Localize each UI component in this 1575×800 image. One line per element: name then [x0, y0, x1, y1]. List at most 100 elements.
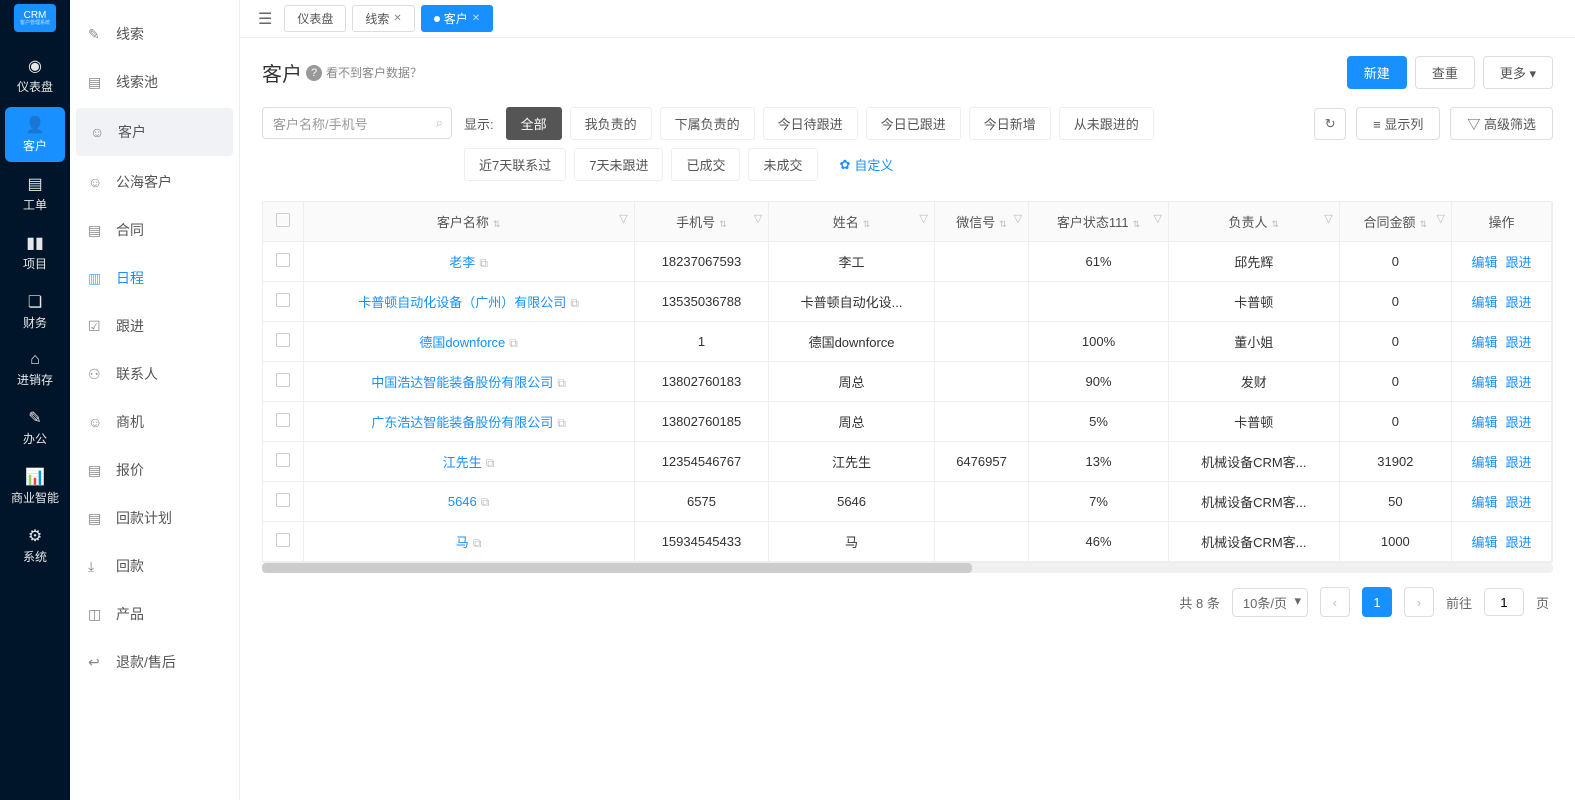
row-checkbox[interactable] — [276, 333, 290, 347]
col-checkbox[interactable] — [263, 202, 303, 242]
filter-chip[interactable]: 未成交 — [748, 148, 817, 181]
sidebar-item-回款计划[interactable]: ▤回款计划 — [70, 494, 239, 542]
advanced-filter-button[interactable]: ▽ 高级筛选 — [1450, 107, 1553, 140]
sidebar-item-退款/售后[interactable]: ↩退款/售后 — [70, 638, 239, 686]
columns-button[interactable]: ≡ 显示列 — [1356, 107, 1440, 140]
col-客户名称[interactable]: 客户名称⇅▽ — [303, 202, 634, 242]
leftnav-项目[interactable]: ▮▮项目 — [5, 225, 65, 280]
follow-link[interactable]: 跟进 — [1506, 535, 1532, 550]
sidebar-item-线索[interactable]: ✎线索 — [70, 10, 239, 58]
edit-link[interactable]: 编辑 — [1471, 535, 1497, 550]
copy-icon[interactable]: ⧉ — [479, 256, 488, 270]
row-checkbox[interactable] — [276, 253, 290, 267]
col-微信号[interactable]: 微信号⇅▽ — [934, 202, 1028, 242]
leftnav-仪表盘[interactable]: ◉仪表盘 — [5, 48, 65, 103]
sidebar-item-线索池[interactable]: ▤线索池 — [70, 58, 239, 106]
leftnav-商业智能[interactable]: 📊商业智能 — [5, 459, 65, 514]
copy-icon[interactable]: ⧉ — [557, 416, 566, 430]
reset-button[interactable]: 查重 — [1415, 56, 1475, 89]
copy-icon[interactable]: ⧉ — [557, 376, 566, 390]
copy-icon[interactable]: ⧉ — [570, 296, 579, 310]
more-button[interactable]: 更多 ▾ — [1483, 56, 1553, 89]
sidebar-item-回款[interactable]: ⤓回款 — [70, 542, 239, 590]
filter-chip[interactable]: 已成交 — [671, 148, 740, 181]
edit-link[interactable]: 编辑 — [1471, 335, 1497, 350]
custom-filter[interactable]: ✿ 自定义 — [826, 149, 908, 180]
customer-name[interactable]: 马⧉ — [303, 522, 634, 562]
copy-icon[interactable]: ⧉ — [509, 336, 518, 350]
customer-name[interactable]: 江先生⧉ — [303, 442, 634, 482]
copy-icon[interactable]: ⧉ — [473, 536, 482, 550]
filter-chip[interactable]: 下属负责的 — [660, 107, 755, 140]
sort-icon[interactable]: ⇅ — [719, 219, 727, 229]
sort-icon[interactable]: ⇅ — [1133, 219, 1141, 229]
filter-icon[interactable]: ▽ — [1014, 212, 1022, 225]
refresh-button[interactable]: ↻ — [1314, 108, 1346, 140]
sidebar-item-客户[interactable]: ☺客户 — [76, 108, 233, 156]
filter-icon[interactable]: ▽ — [919, 212, 927, 225]
tab-仪表盘[interactable]: 仪表盘 — [284, 5, 346, 32]
prev-page[interactable]: ‹ — [1320, 587, 1350, 617]
leftnav-工单[interactable]: ▤工单 — [5, 166, 65, 221]
edit-link[interactable]: 编辑 — [1471, 375, 1497, 390]
customer-name[interactable]: 卡普顿自动化设备（广州）有限公司⧉ — [303, 282, 634, 322]
create-button[interactable]: 新建 — [1347, 56, 1407, 89]
edit-link[interactable]: 编辑 — [1471, 295, 1497, 310]
copy-icon[interactable]: ⧉ — [481, 495, 490, 509]
leftnav-系统[interactable]: ⚙系统 — [5, 518, 65, 573]
hamburger-icon[interactable]: ☰ — [258, 9, 272, 29]
select-all-checkbox[interactable] — [276, 213, 290, 227]
page-size-select[interactable]: 10条/页 ▾ — [1232, 588, 1308, 617]
row-checkbox[interactable] — [276, 413, 290, 427]
sidebar-item-合同[interactable]: ▤合同 — [70, 206, 239, 254]
sidebar-item-产品[interactable]: ◫产品 — [70, 590, 239, 638]
sidebar-item-联系人[interactable]: ⚇联系人 — [70, 350, 239, 398]
filter-chip[interactable]: 我负责的 — [570, 107, 652, 140]
edit-link[interactable]: 编辑 — [1471, 495, 1497, 510]
col-手机号[interactable]: 手机号⇅▽ — [634, 202, 769, 242]
follow-link[interactable]: 跟进 — [1506, 295, 1532, 310]
next-page[interactable]: › — [1404, 587, 1434, 617]
leftnav-办公[interactable]: ✎办公 — [5, 400, 65, 455]
col-负责人[interactable]: 负责人⇅▽ — [1168, 202, 1339, 242]
col-操作[interactable]: 操作 — [1452, 202, 1552, 242]
close-icon[interactable]: ✕ — [393, 13, 401, 24]
follow-link[interactable]: 跟进 — [1506, 455, 1532, 470]
follow-link[interactable]: 跟进 — [1506, 335, 1532, 350]
leftnav-进销存[interactable]: ⌂进销存 — [5, 343, 65, 396]
horizontal-scrollbar[interactable] — [262, 563, 1553, 573]
customer-name[interactable]: 德国downforce⧉ — [303, 322, 634, 362]
sidebar-item-商机[interactable]: ☺商机 — [70, 398, 239, 446]
help-icon[interactable]: ? — [306, 65, 322, 81]
col-合同金额[interactable]: 合同金额⇅▽ — [1339, 202, 1451, 242]
filter-icon[interactable]: ▽ — [1437, 212, 1445, 225]
follow-link[interactable]: 跟进 — [1506, 375, 1532, 390]
search-input[interactable]: 客户名称/手机号 ⌕ — [262, 107, 452, 139]
customer-name[interactable]: 中国浩达智能装备股份有限公司⧉ — [303, 362, 634, 402]
filter-icon[interactable]: ▽ — [619, 212, 627, 225]
sort-icon[interactable]: ⇅ — [999, 219, 1007, 229]
filter-icon[interactable]: ▽ — [1154, 212, 1162, 225]
filter-icon[interactable]: ▽ — [1324, 212, 1332, 225]
follow-link[interactable]: 跟进 — [1506, 495, 1532, 510]
page-hint[interactable]: 看不到客户数据？ — [326, 64, 422, 81]
row-checkbox[interactable] — [276, 453, 290, 467]
filter-chip[interactable]: 今日新增 — [969, 107, 1051, 140]
row-checkbox[interactable] — [276, 293, 290, 307]
sort-icon[interactable]: ⇅ — [863, 219, 871, 229]
filter-chip[interactable]: 今日待跟进 — [763, 107, 858, 140]
row-checkbox[interactable] — [276, 533, 290, 547]
edit-link[interactable]: 编辑 — [1471, 255, 1497, 270]
col-姓名[interactable]: 姓名⇅▽ — [769, 202, 935, 242]
page-1[interactable]: 1 — [1362, 587, 1392, 617]
filter-chip[interactable]: 今日已跟进 — [866, 107, 961, 140]
filter-chip[interactable]: 全部 — [506, 107, 562, 140]
filter-icon[interactable]: ▽ — [754, 212, 762, 225]
sort-icon[interactable]: ⇅ — [1420, 219, 1428, 229]
copy-icon[interactable]: ⧉ — [486, 456, 495, 470]
leftnav-财务[interactable]: ❏财务 — [5, 284, 65, 339]
col-客户状态111[interactable]: 客户状态111⇅▽ — [1029, 202, 1169, 242]
tab-客户[interactable]: 客户✕ — [421, 5, 493, 32]
filter-chip[interactable]: 7天未跟进 — [574, 148, 663, 181]
sidebar-item-报价[interactable]: ▤报价 — [70, 446, 239, 494]
